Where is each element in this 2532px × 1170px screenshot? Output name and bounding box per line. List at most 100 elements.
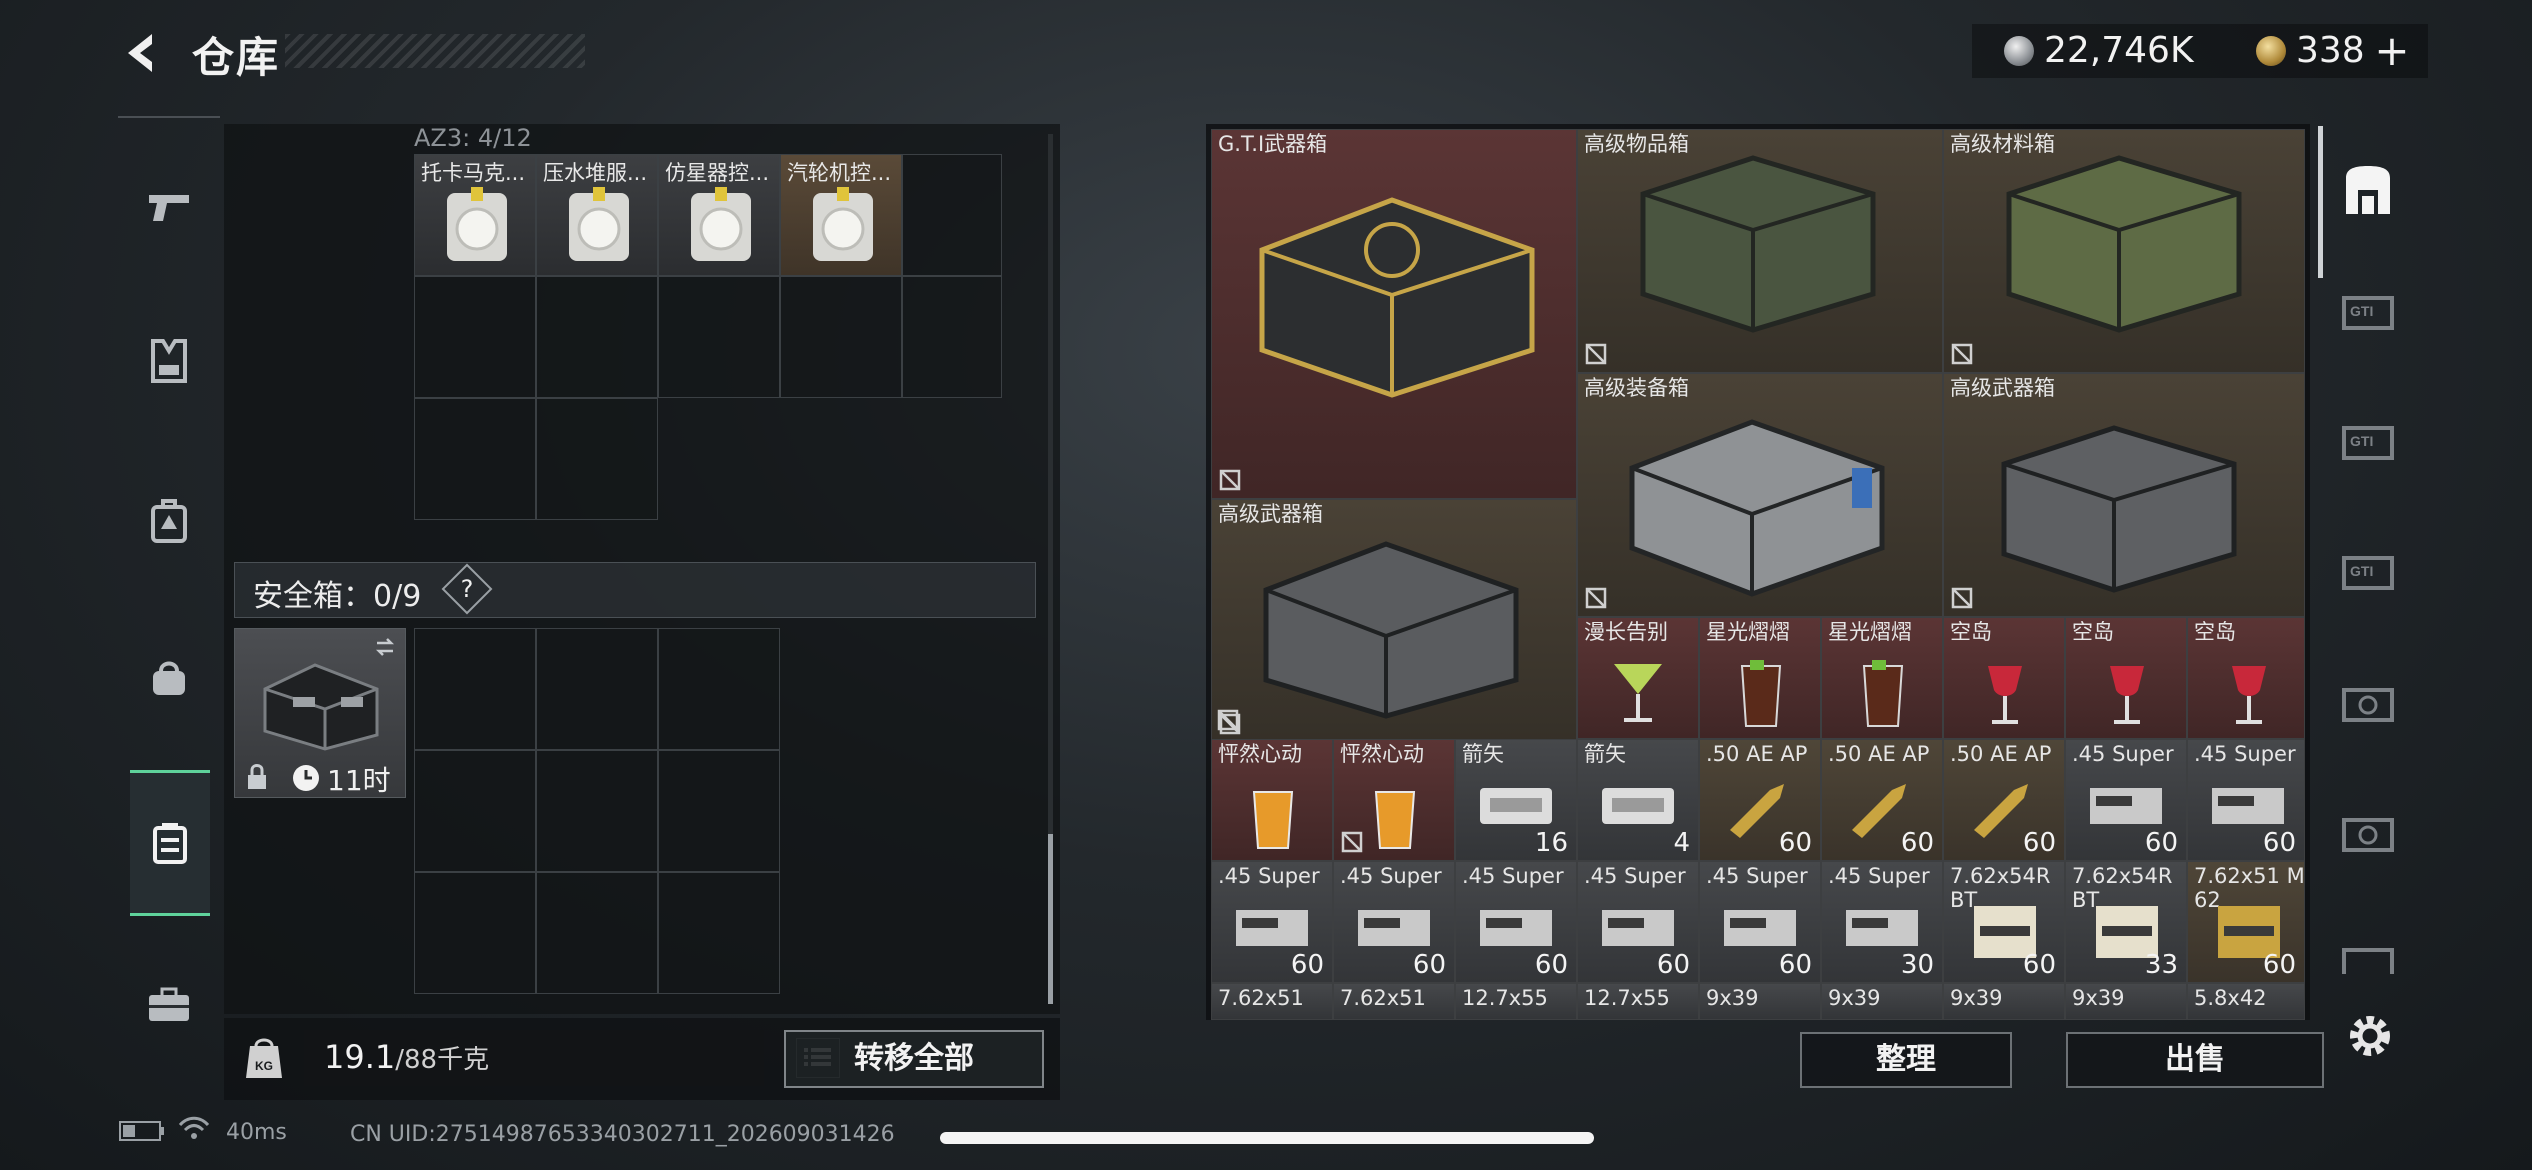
item-case-icon — [1640, 155, 1876, 333]
inventory-item[interactable]: 高级材料箱 — [1943, 129, 2305, 373]
inventory-item[interactable]: 12.7x55 — [1455, 983, 1577, 1020]
weight-kg-icon: KG — [246, 1038, 282, 1078]
inventory-item[interactable]: 7.62x51 M62 60 — [2187, 861, 2305, 983]
inventory-item[interactable]: 7.62x54R BT 60 — [1943, 861, 2065, 983]
tab-all-warehouse[interactable] — [2338, 160, 2406, 228]
currency-bar: 22,746K 338 + — [1972, 24, 2428, 78]
silver-coin-icon — [2004, 36, 2034, 66]
inventory-item[interactable]: 漫长告别 — [1577, 617, 1699, 739]
inventory-item[interactable]: 9x39 — [2065, 983, 2187, 1020]
inventory-item[interactable]: 12.7x55 — [1577, 983, 1699, 1020]
storage-scroll-thumb[interactable] — [1048, 834, 1053, 1004]
inventory-item[interactable]: 箭矢 4 — [1577, 739, 1699, 861]
item-count: 33 — [2144, 950, 2178, 980]
storage-item[interactable]: 仿星器控... — [658, 154, 780, 276]
tab-gti-equipment[interactable]: GTI — [2338, 414, 2406, 482]
tab-v-storage-2[interactable] — [2338, 804, 2406, 872]
safe-slot[interactable] — [658, 628, 780, 750]
sidebar-item-bag[interactable] — [130, 638, 208, 716]
storage-item[interactable]: 汽轮机控... — [780, 154, 902, 276]
item-name: G.T.I武器箱 — [1218, 132, 1328, 156]
storage-item[interactable]: 托卡马克... — [414, 154, 536, 276]
inventory-item[interactable]: .50 AE AP 60 — [1943, 739, 2065, 861]
empty-slot[interactable] — [780, 276, 902, 398]
inventory-item[interactable]: .45 Super 60 — [1333, 861, 1455, 983]
safe-slot[interactable] — [414, 750, 536, 872]
inventory-item[interactable]: 7.62x54R BT 33 — [2065, 861, 2187, 983]
inventory-item[interactable]: .45 Super 60 — [1455, 861, 1577, 983]
empty-slot[interactable] — [902, 154, 1002, 276]
sort-button[interactable]: 整理 — [1800, 1032, 2012, 1088]
home-indicator[interactable] — [940, 1132, 1594, 1144]
safe-slot[interactable] — [658, 872, 780, 994]
empty-slot[interactable] — [658, 276, 780, 398]
inventory-item[interactable]: 7.62x51 — [1333, 983, 1455, 1020]
item-name: 空岛 — [2194, 620, 2236, 644]
tab-gti-gear[interactable]: GTI — [2338, 544, 2406, 612]
svg-text:KG: KG — [255, 1059, 273, 1073]
help-button[interactable]: ? — [441, 563, 493, 615]
sell-button[interactable]: 出售 — [2066, 1032, 2324, 1088]
help-glyph: ? — [460, 575, 474, 603]
item-name: 12.7x55 — [1462, 986, 1548, 1010]
empty-slot[interactable] — [414, 276, 536, 398]
inventory-item[interactable]: 高级武器箱 — [1943, 373, 2305, 617]
inventory-item[interactable]: 空岛 — [2187, 617, 2305, 739]
tab-v-storage-1[interactable] — [2338, 674, 2406, 742]
inventory-item[interactable]: 9x39 — [1699, 983, 1821, 1020]
inventory-item[interactable]: 星光熠熠 — [1821, 617, 1943, 739]
safe-slot[interactable] — [414, 872, 536, 994]
inventory-item[interactable]: 箭矢 16 — [1455, 739, 1577, 861]
sidebar-item-briefcase[interactable] — [130, 966, 208, 1044]
inventory-item[interactable]: 星光熠熠 — [1699, 617, 1821, 739]
storage-item[interactable]: 压水堆服... — [536, 154, 658, 276]
svg-text:GTI: GTI — [2350, 303, 2373, 319]
transfer-all-button[interactable]: 转移全部 — [784, 1030, 1044, 1088]
weight-display: 19.1/88千克 — [304, 1030, 840, 1086]
inventory-item[interactable]: 怦然心动 — [1333, 739, 1455, 861]
gti-tab-icon: GTI — [2342, 556, 2394, 590]
settings-button[interactable] — [2344, 1010, 2396, 1062]
inventory-item[interactable]: .45 Super 60 — [1699, 861, 1821, 983]
tab-v-storage-3[interactable] — [2338, 934, 2406, 974]
sidebar-item-armor[interactable] — [130, 322, 208, 400]
inventory-item[interactable]: .45 Super 60 — [2187, 739, 2305, 861]
safe-slot[interactable] — [658, 750, 780, 872]
no-trade-icon — [1585, 343, 1607, 365]
inventory-item[interactable]: 怦然心动 — [1211, 739, 1333, 861]
empty-slot[interactable] — [414, 398, 536, 520]
safe-slot[interactable] — [414, 628, 536, 750]
backpack-icon — [151, 499, 187, 543]
safe-slot[interactable] — [536, 628, 658, 750]
tab-gti-weapon[interactable]: GTI — [2338, 284, 2406, 352]
inventory-item[interactable]: .45 Super 60 — [1211, 861, 1333, 983]
inventory-item[interactable]: .50 AE AP 60 — [1699, 739, 1821, 861]
add-currency-button[interactable]: + — [2372, 26, 2412, 75]
inventory-item[interactable]: 高级物品箱 — [1577, 129, 1943, 373]
inventory-item[interactable]: 高级装备箱 — [1577, 373, 1943, 617]
ammo-box-icon — [1480, 910, 1552, 946]
inventory-item[interactable]: 高级武器箱 — [1211, 499, 1577, 743]
inventory-item[interactable]: 5.8x42 — [2187, 983, 2305, 1020]
inventory-item[interactable]: .45 Super 60 — [2065, 739, 2187, 861]
empty-slot[interactable] — [536, 398, 658, 520]
empty-slot[interactable] — [902, 276, 1002, 398]
inventory-item[interactable]: 7.62x51 — [1211, 983, 1333, 1020]
inventory-item[interactable]: G.T.I武器箱 — [1211, 129, 1577, 499]
inventory-item[interactable]: 9x39 — [1821, 983, 1943, 1020]
sidebar-item-container[interactable] — [130, 770, 210, 916]
inventory-item[interactable]: 9x39 — [1943, 983, 2065, 1020]
empty-slot[interactable] — [536, 276, 658, 398]
safe-box-item[interactable]: 11时 — [234, 628, 406, 798]
bag-icon — [153, 661, 185, 695]
inventory-item[interactable]: .45 Super 30 — [1821, 861, 1943, 983]
safe-slot[interactable] — [536, 872, 658, 994]
safe-slot[interactable] — [536, 750, 658, 872]
back-button[interactable] — [118, 28, 168, 78]
sidebar-item-weapon[interactable] — [130, 168, 208, 246]
inventory-item[interactable]: 空岛 — [2065, 617, 2187, 739]
sidebar-item-backpack[interactable] — [130, 482, 208, 560]
inventory-item[interactable]: .45 Super 60 — [1577, 861, 1699, 983]
inventory-item[interactable]: .50 AE AP 60 — [1821, 739, 1943, 861]
inventory-item[interactable]: 空岛 — [1943, 617, 2065, 739]
